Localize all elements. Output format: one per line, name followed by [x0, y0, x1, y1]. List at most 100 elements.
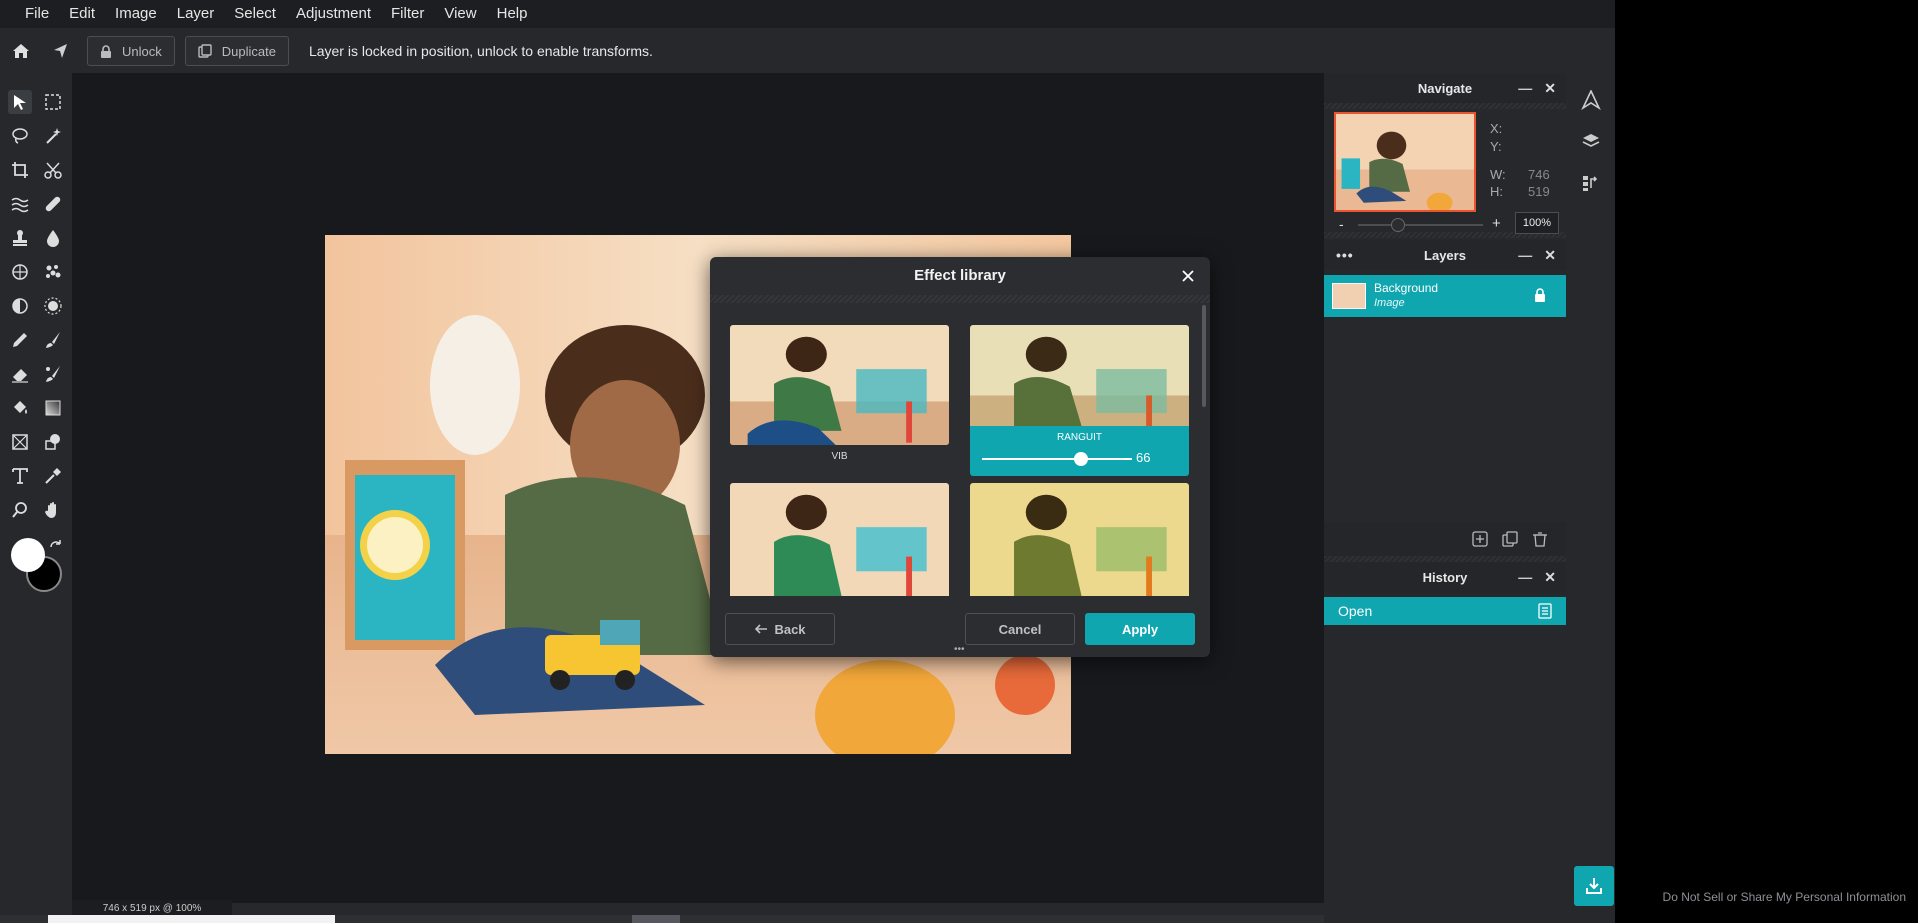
- healing-tool-icon[interactable]: [41, 192, 65, 216]
- zoom-slider[interactable]: [1358, 224, 1483, 226]
- cut-tool-icon[interactable]: [41, 158, 65, 182]
- duplicate-button[interactable]: Duplicate: [184, 36, 289, 66]
- minimize-icon[interactable]: —: [1518, 80, 1532, 96]
- hand-tool-icon[interactable]: [41, 498, 65, 522]
- cancel-button[interactable]: Cancel: [965, 613, 1075, 645]
- layer-type: Image: [1374, 297, 1405, 309]
- menu-select[interactable]: Select: [224, 0, 286, 28]
- tools-panel: [0, 73, 72, 923]
- apply-label: Apply: [1121, 621, 1159, 637]
- marquee-tool-icon[interactable]: [41, 90, 65, 114]
- sponge-tool-icon[interactable]: [41, 260, 65, 284]
- duplicate-layer-icon[interactable]: [1502, 531, 1518, 552]
- pattern-tool-icon[interactable]: [8, 260, 32, 284]
- move-tool-icon[interactable]: [8, 90, 32, 114]
- do-not-sell-link[interactable]: Do Not Sell or Share My Personal Informa…: [1663, 890, 1906, 904]
- effect-thumbnail[interactable]: [730, 483, 949, 596]
- lasso-tool-icon[interactable]: [8, 124, 32, 148]
- paint-bucket-tool-icon[interactable]: [8, 396, 32, 420]
- blur-drop-tool-icon[interactable]: [41, 226, 65, 250]
- layer-actions: [1324, 522, 1566, 556]
- zoom-out-button[interactable]: -: [1339, 216, 1344, 232]
- color-replace-tool-icon[interactable]: [41, 362, 65, 386]
- menu-filter[interactable]: Filter: [381, 0, 434, 28]
- eyedropper-tool-icon[interactable]: [41, 464, 65, 488]
- crop-tool-icon[interactable]: [8, 158, 32, 182]
- menu-bar: File Edit Image Layer Select Adjustment …: [0, 0, 1615, 28]
- zoom-tool-icon[interactable]: [8, 498, 32, 522]
- close-icon[interactable]: ✕: [1544, 247, 1556, 264]
- menu-adjustment[interactable]: Adjustment: [286, 0, 381, 28]
- effect-thumbnail[interactable]: [970, 483, 1189, 596]
- layers-panel-header: ••• Layers — ✕: [1324, 240, 1566, 270]
- navigator-thumbnail[interactable]: [1334, 112, 1476, 212]
- menu-layer[interactable]: Layer: [167, 0, 225, 28]
- dialog-scrollbar[interactable]: [1202, 305, 1206, 407]
- history-item-label: Open: [1338, 603, 1373, 619]
- back-label: Back: [774, 621, 806, 637]
- eraser-tool-icon[interactable]: [8, 362, 32, 386]
- back-button[interactable]: Back: [725, 613, 835, 645]
- menu-file[interactable]: File: [0, 0, 59, 28]
- shape-frame-tool-icon[interactable]: [8, 430, 32, 454]
- close-icon[interactable]: ✕: [1544, 569, 1556, 586]
- effect-strength-slider[interactable]: [982, 458, 1132, 460]
- close-icon[interactable]: [1178, 266, 1198, 286]
- dodge-tool-icon[interactable]: [8, 294, 32, 318]
- gradient-tool-icon[interactable]: [41, 396, 65, 420]
- menu-image[interactable]: Image: [105, 0, 167, 28]
- layer-row[interactable]: Background Image: [1324, 275, 1566, 317]
- close-icon[interactable]: ✕: [1544, 80, 1556, 97]
- liquify-tool-icon[interactable]: [8, 192, 32, 216]
- download-icon: [1586, 878, 1602, 894]
- duplicate-label: Duplicate: [221, 43, 276, 59]
- layers-panel: Background Image: [1324, 270, 1566, 556]
- minimize-icon[interactable]: —: [1518, 247, 1532, 263]
- layers-toggle-icon[interactable]: [1578, 128, 1604, 154]
- arrow-left-icon: [755, 624, 768, 634]
- export-button[interactable]: [1574, 866, 1614, 906]
- y-label: Y:: [1490, 139, 1502, 154]
- resize-grip-icon[interactable]: •••: [954, 645, 965, 655]
- zoom-in-button[interactable]: +: [1492, 215, 1501, 232]
- navigate-title: Navigate: [1417, 80, 1473, 96]
- delete-layer-icon[interactable]: [1532, 531, 1548, 552]
- shapes-tool-icon[interactable]: [41, 430, 65, 454]
- text-tool-icon[interactable]: [8, 464, 32, 488]
- layers-title: Layers: [1424, 247, 1466, 263]
- clone-stamp-tool-icon[interactable]: [8, 226, 32, 250]
- effect-thumbnail[interactable]: [730, 325, 949, 445]
- navigator-toggle-icon[interactable]: [1578, 87, 1604, 113]
- cancel-label: Cancel: [998, 621, 1042, 637]
- menu-edit[interactable]: Edit: [59, 0, 105, 28]
- right-icon-bar: [1566, 73, 1615, 923]
- effect-strength-knob[interactable]: [1074, 452, 1088, 466]
- move-pointer-icon[interactable]: [49, 39, 73, 63]
- unlock-label: Unlock: [122, 43, 162, 59]
- layer-lock-icon[interactable]: [1534, 288, 1546, 307]
- effect-library-dialog: Effect library VIB RANGUIT 66 Back Cance…: [710, 257, 1210, 657]
- menu-help[interactable]: Help: [487, 0, 538, 28]
- zoom-slider-knob[interactable]: [1391, 218, 1405, 232]
- history-item[interactable]: Open: [1324, 597, 1566, 625]
- brush-tool-icon[interactable]: [41, 328, 65, 352]
- layer-thumbnail: [1332, 283, 1366, 309]
- h-value: 519: [1528, 184, 1550, 199]
- history-toggle-icon[interactable]: [1578, 170, 1604, 196]
- home-icon[interactable]: [9, 39, 33, 63]
- zoom-value-field[interactable]: 100%: [1515, 212, 1559, 234]
- w-value: 746: [1528, 167, 1550, 182]
- magic-wand-tool-icon[interactable]: [41, 124, 65, 148]
- more-options-icon[interactable]: •••: [1336, 240, 1354, 270]
- swap-colors-icon[interactable]: [48, 539, 64, 560]
- unlock-button[interactable]: Unlock: [87, 36, 175, 66]
- minimize-icon[interactable]: —: [1518, 569, 1532, 585]
- layer-name: Background: [1374, 281, 1439, 295]
- burn-tool-icon[interactable]: [41, 294, 65, 318]
- menu-view[interactable]: View: [434, 0, 486, 28]
- primary-color-swatch[interactable]: [11, 538, 45, 572]
- apply-button[interactable]: Apply: [1085, 613, 1195, 645]
- pencil-tool-icon[interactable]: [8, 328, 32, 352]
- effect-thumbnail-selected[interactable]: [970, 325, 1189, 426]
- new-layer-icon[interactable]: [1472, 531, 1488, 552]
